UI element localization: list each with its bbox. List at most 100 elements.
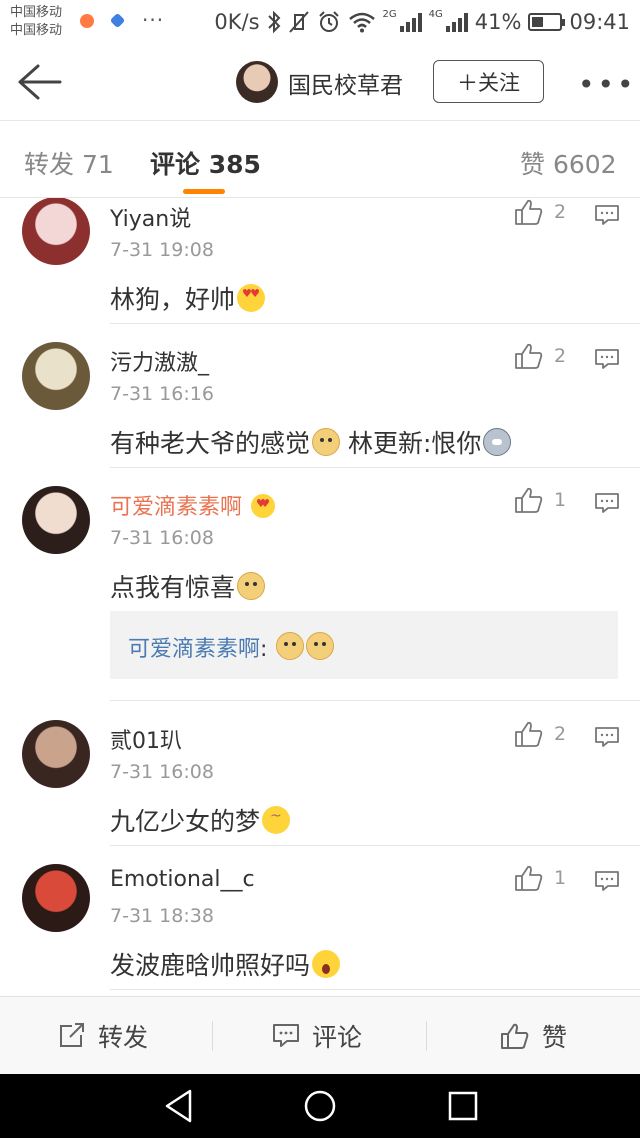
like-count: 2: [554, 723, 567, 745]
divider: [110, 467, 640, 468]
carrier-labels: 中国移动 中国移动: [10, 4, 62, 40]
comment-author[interactable]: 贰01玐: [110, 723, 182, 755]
tab-bar: 转发 71 评论 385 赞 6602: [0, 120, 640, 198]
bluetooth-icon: [267, 10, 280, 34]
carrier-1: 中国移动: [10, 5, 63, 20]
vibrate-off-icon: [288, 11, 309, 33]
shy-emoji-icon: [262, 806, 291, 834]
comment-text: 发波鹿晗帅照好吗: [110, 946, 341, 982]
comment-text: 九亿少女的梦: [110, 802, 291, 838]
battery-percent: 41%: [474, 10, 522, 34]
like-count: 2: [554, 201, 567, 223]
comment-text: 点我有惊喜: [110, 568, 266, 604]
doge-emoji-icon: [312, 428, 341, 456]
nav-back-icon[interactable]: [162, 1088, 196, 1124]
comment-icon: [273, 1024, 299, 1047]
comment-text-content: 点我有惊喜: [110, 573, 236, 602]
reply-icon[interactable]: [594, 204, 620, 226]
bottom-action-bar: 转发 评论 赞: [0, 996, 640, 1074]
like-control[interactable]: 2: [514, 720, 566, 748]
comment-time: 7-31 16:08: [110, 761, 214, 783]
comment-time: 7-31 16:16: [110, 383, 214, 405]
comment-author[interactable]: Yiyan说: [110, 201, 191, 233]
comment-text-content: 林狗，好帅: [110, 285, 236, 314]
like-count: 1: [554, 489, 567, 511]
signal-4g-icon: [445, 12, 468, 32]
thumbs-up-icon: [515, 199, 543, 225]
vip-crown-icon: [251, 494, 276, 518]
like-control[interactable]: 1: [514, 486, 566, 514]
share-icon: [60, 1023, 84, 1047]
battery-level: [532, 17, 544, 27]
like-label: 赞: [542, 1023, 568, 1052]
sub-reply-colon: :: [260, 637, 275, 662]
more-dots-icon[interactable]: •••: [578, 68, 637, 101]
signal-2g-icon: [399, 12, 422, 32]
like-control[interactable]: 2: [514, 342, 566, 370]
arrow-left-icon[interactable]: [14, 62, 64, 102]
author-name[interactable]: 国民校草君: [288, 66, 403, 100]
tab-comments[interactable]: 评论 385: [150, 145, 261, 181]
comment-button[interactable]: 评论: [272, 997, 362, 1075]
carrier-2: 中国移动: [10, 23, 63, 38]
thumbs-up-icon: [501, 1023, 529, 1049]
reply-icon[interactable]: [594, 348, 620, 370]
comment-author[interactable]: Emotional__c: [110, 867, 255, 892]
comment-list[interactable]: Yiyan说 7-31 19:08 林狗，好帅 2 污力滶滶_ 7-31 16:…: [0, 198, 640, 996]
nav-home-icon[interactable]: [302, 1088, 338, 1124]
author-avatar[interactable]: [236, 61, 278, 103]
doge-emoji-icon: [276, 632, 305, 660]
comment-text-content: 发波鹿晗帅照好吗: [110, 951, 311, 980]
follow-button[interactable]: ＋关注: [433, 60, 544, 103]
tab-repost[interactable]: 转发 71: [24, 145, 114, 181]
status-bar: 中国移动 中国移动 ··· 0K/s 2G 4G 41% 09:41: [0, 0, 640, 44]
shocked-emoji-icon: [312, 950, 341, 978]
thumbs-up-icon: [515, 721, 543, 747]
comment-text-part-2: 林更新:恨你: [340, 429, 482, 458]
reply-icon[interactable]: [594, 726, 620, 748]
app-notification-icon: [109, 12, 126, 29]
avatar[interactable]: [22, 864, 90, 932]
nav-recents-icon[interactable]: [446, 1088, 480, 1124]
avatar[interactable]: [22, 342, 90, 410]
reply-icon[interactable]: [594, 870, 620, 892]
sub-reply-box[interactable]: 可爱滴素素啊:: [110, 611, 618, 679]
reply-icon[interactable]: [594, 492, 620, 514]
tab-likes[interactable]: 赞 6602: [520, 145, 617, 181]
separator: [426, 1021, 427, 1051]
comment-label: 评论: [312, 1023, 363, 1052]
header: 国民校草君 ＋关注 •••: [0, 44, 640, 120]
divider: [110, 700, 640, 701]
avatar[interactable]: [22, 486, 90, 554]
clock: 09:41: [569, 10, 630, 34]
comment-time: 7-31 19:08: [110, 239, 214, 261]
net-speed: 0K/s: [214, 10, 260, 34]
thumbs-up-icon: [515, 865, 543, 891]
battery-icon: [528, 13, 566, 31]
wifi-icon: [348, 12, 375, 33]
network-4g-label: 4G: [428, 8, 443, 20]
vip-name-text: 可爱滴素素啊: [110, 495, 243, 520]
comment-author-vip[interactable]: 可爱滴素素啊: [110, 489, 276, 521]
weibo-notification-icon: [80, 14, 94, 28]
comment-text-part-1: 有种老大爷的感觉: [110, 429, 311, 458]
sub-reply-author[interactable]: 可爱滴素素啊: [128, 637, 260, 662]
avatar[interactable]: [22, 720, 90, 788]
doge-emoji-icon: [306, 632, 335, 660]
comment-text: 有种老大爷的感觉 林更新:恨你: [110, 424, 512, 460]
repost-button[interactable]: 转发: [58, 997, 148, 1075]
separator: [212, 1021, 213, 1051]
like-control[interactable]: 2: [514, 198, 566, 226]
divider: [110, 323, 640, 324]
like-count: 1: [554, 867, 567, 889]
comment-author[interactable]: 污力滶滶_: [110, 345, 209, 377]
like-control[interactable]: 1: [514, 864, 566, 892]
status-indicators: 0K/s 2G 4G 41% 09:41: [214, 8, 630, 36]
alarm-icon: [318, 11, 339, 32]
like-button[interactable]: 赞: [500, 997, 567, 1075]
repost-label: 转发: [98, 1023, 149, 1052]
more-notifications-icon: ···: [142, 8, 165, 32]
thumbs-up-icon: [515, 343, 543, 369]
husky-emoji-icon: [483, 428, 512, 456]
avatar[interactable]: [22, 198, 90, 265]
